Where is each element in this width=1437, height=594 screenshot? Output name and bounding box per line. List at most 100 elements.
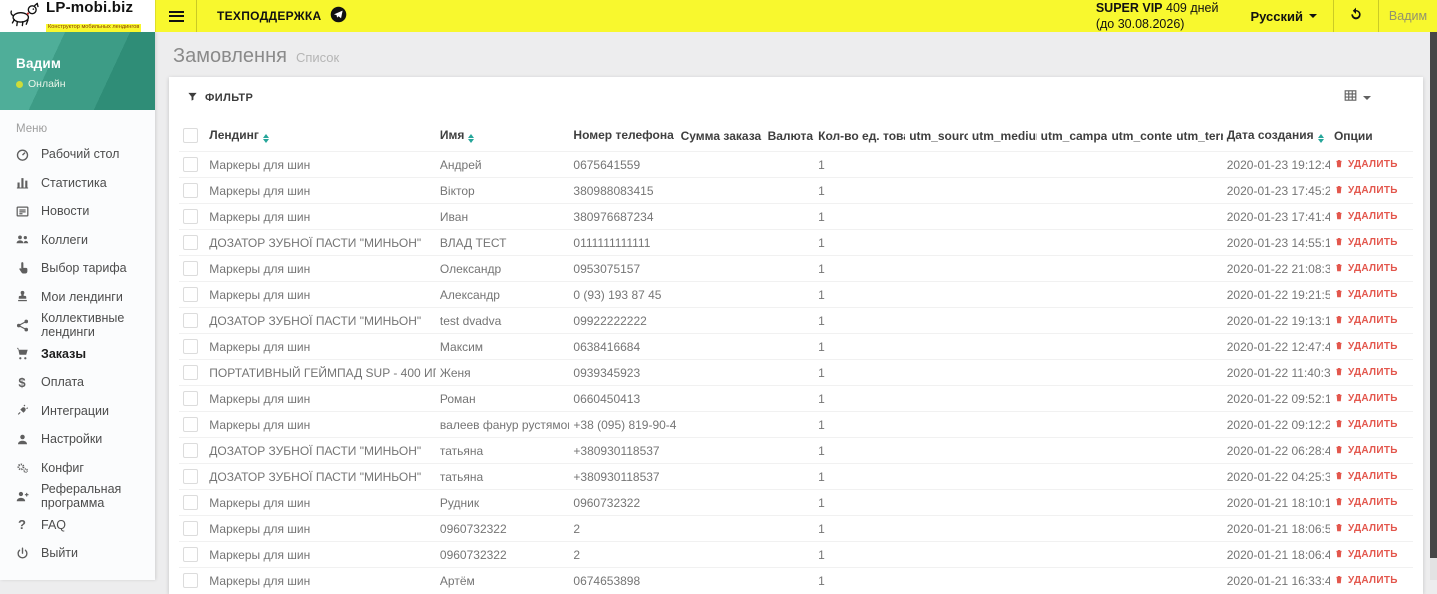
user-menu-button[interactable]: Вадим [1379, 0, 1437, 32]
support-button[interactable]: ТЕХПОДДЕРЖКА [197, 0, 367, 32]
dashboard-icon [14, 146, 30, 162]
cell-qty: 1 [814, 177, 906, 204]
column-header-date[interactable]: Дата создания [1223, 119, 1330, 152]
logo[interactable]: LP-mobi.biz Конструктор мобильных лендин… [0, 0, 155, 32]
columns-toggle-button[interactable] [1343, 88, 1405, 108]
row-select-cell [179, 411, 206, 438]
row-checkbox[interactable] [183, 287, 198, 302]
delete-button[interactable]: УДАЛИТЬ [1334, 210, 1398, 224]
cell-currency [763, 151, 815, 178]
cell-phone: +38 (095) 819-90-49 [569, 411, 677, 438]
sidebar-item-referral[interactable]: Реферальная программа [0, 482, 155, 511]
sidebar-item-colleagues[interactable]: Коллеги [0, 226, 155, 255]
sort-arrows-icon [262, 134, 269, 143]
cell-sum [676, 541, 764, 568]
table-row: ДОЗАТОР ЗУБНОЇ ПАСТИ "МИНЬОН" ВЛАД ТЕСТ 01… [179, 229, 1413, 256]
cell-utm_medium [967, 567, 1037, 594]
row-checkbox[interactable] [183, 365, 198, 380]
row-checkbox[interactable] [183, 339, 198, 354]
row-checkbox[interactable] [183, 209, 198, 224]
delete-button[interactable]: УДАЛИТЬ [1334, 236, 1398, 250]
delete-button[interactable]: УДАЛИТЬ [1334, 392, 1398, 406]
cell-qty: 1 [814, 437, 906, 464]
sidebar-item-collective-landings[interactable]: Коллективные лендинги [0, 311, 155, 340]
cell-utm_term [1172, 333, 1223, 360]
row-checkbox[interactable] [183, 417, 198, 432]
sidebar-item-integrations[interactable]: Интеграции [0, 397, 155, 426]
row-checkbox[interactable] [183, 261, 198, 276]
delete-button[interactable]: УДАЛИТЬ [1334, 548, 1398, 562]
cell-utm_content [1107, 385, 1173, 412]
delete-button[interactable]: УДАЛИТЬ [1334, 158, 1398, 172]
row-checkbox[interactable] [183, 495, 198, 510]
column-label: Лендинг [209, 128, 259, 142]
newspaper-icon [14, 203, 30, 219]
cell-phone: 0 (93) 193 87 45 [569, 281, 677, 308]
cell-name: Віктор [435, 177, 570, 204]
sidebar-item-my-landings[interactable]: Мои лендинги [0, 283, 155, 312]
cell-utm_term [1172, 567, 1223, 594]
trash-icon [1334, 262, 1344, 276]
row-checkbox[interactable] [183, 313, 198, 328]
cell-utm_content [1107, 463, 1173, 490]
column-header-landing[interactable]: Лендинг [205, 119, 436, 152]
filter-button[interactable]: ФИЛЬТР [187, 91, 253, 105]
row-options-cell: УДАЛИТЬ [1329, 411, 1413, 438]
cell-utm_source [905, 541, 968, 568]
select-all-checkbox[interactable] [183, 128, 198, 143]
delete-button[interactable]: УДАЛИТЬ [1334, 184, 1398, 198]
row-checkbox[interactable] [183, 391, 198, 406]
cell-sum [676, 151, 764, 178]
cell-utm_medium [967, 255, 1037, 282]
column-header-phone[interactable]: Номер телефона [569, 119, 676, 152]
refresh-button[interactable] [1333, 0, 1379, 32]
trash-icon [1334, 522, 1344, 536]
row-checkbox[interactable] [183, 573, 198, 589]
delete-button[interactable]: УДАЛИТЬ [1334, 288, 1398, 302]
column-label: utm_source [909, 128, 968, 143]
row-checkbox[interactable] [183, 235, 198, 250]
sidebar-item-statistics[interactable]: Статистика [0, 169, 155, 198]
menu-toggle-button[interactable] [155, 0, 197, 32]
delete-button[interactable]: УДАЛИТЬ [1334, 262, 1398, 276]
logo-tagline: Конструктор мобильных лендингов [46, 24, 142, 32]
row-checkbox[interactable] [183, 443, 198, 458]
row-checkbox[interactable] [183, 183, 198, 198]
vertical-scrollbar[interactable] [1430, 32, 1437, 580]
delete-button[interactable]: УДАЛИТЬ [1334, 574, 1398, 588]
cell-utm_source [905, 333, 968, 360]
column-header-name[interactable]: Имя [436, 119, 570, 152]
sidebar-item-payment[interactable]: $ Оплата [0, 368, 155, 397]
sidebar-item-orders[interactable]: Заказы [0, 340, 155, 369]
bar-chart-icon [14, 175, 30, 191]
cell-utm_content [1107, 515, 1173, 542]
cell-name: Артём [435, 567, 570, 594]
cell-utm_medium [967, 385, 1037, 412]
language-selector[interactable]: Русский [1234, 0, 1333, 32]
sidebar-item-logout[interactable]: Выйти [0, 539, 155, 568]
sidebar-item-tariff[interactable]: Выбор тарифа [0, 254, 155, 283]
cell-name: Александр [435, 281, 570, 308]
delete-button[interactable]: УДАЛИТЬ [1334, 470, 1398, 484]
sidebar-item-news[interactable]: Новости [0, 197, 155, 226]
row-checkbox[interactable] [183, 157, 198, 172]
delete-button[interactable]: УДАЛИТЬ [1334, 340, 1398, 354]
delete-button[interactable]: УДАЛИТЬ [1334, 314, 1398, 328]
row-select-cell [179, 203, 206, 230]
row-checkbox[interactable] [183, 521, 198, 536]
delete-button[interactable]: УДАЛИТЬ [1334, 496, 1398, 510]
table-body: Маркеры для шин Андрей 0675641559 1 2020-01-… [179, 151, 1413, 594]
delete-button[interactable]: УДАЛИТЬ [1334, 418, 1398, 432]
scrollbar-thumb[interactable] [1430, 32, 1437, 559]
sidebar-item-faq[interactable]: ? FAQ [0, 511, 155, 540]
sidebar-item-desktop[interactable]: Рабочий стол [0, 140, 155, 169]
sidebar-item-settings[interactable]: Настройки [0, 425, 155, 454]
row-checkbox[interactable] [183, 547, 198, 562]
sidebar-item-config[interactable]: Конфиг [0, 454, 155, 483]
delete-button[interactable]: УДАЛИТЬ [1334, 522, 1398, 536]
row-options-cell: УДАЛИТЬ [1329, 489, 1413, 516]
table-row: Маркеры для шин Иван 380976687234 1 2020-01-… [179, 203, 1413, 230]
delete-button[interactable]: УДАЛИТЬ [1334, 366, 1398, 380]
delete-button[interactable]: УДАЛИТЬ [1334, 444, 1398, 458]
row-checkbox[interactable] [183, 469, 198, 484]
